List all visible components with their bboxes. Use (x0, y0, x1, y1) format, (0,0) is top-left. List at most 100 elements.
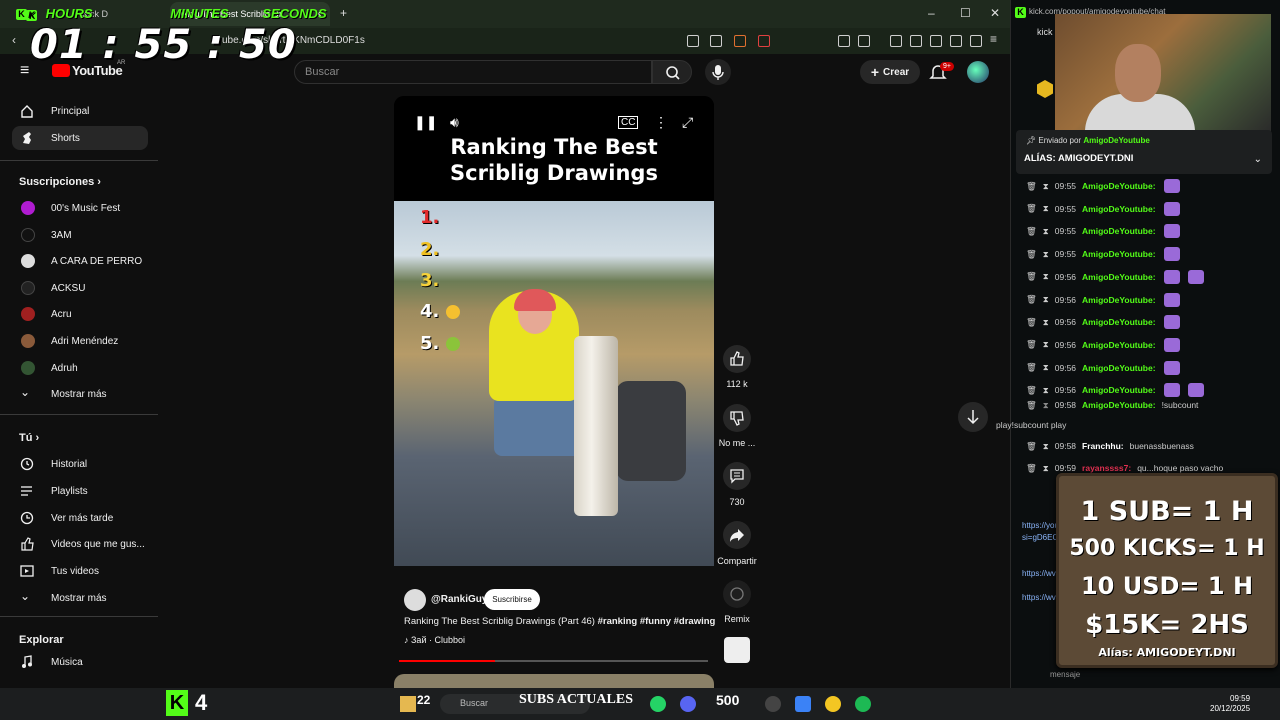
like-button[interactable] (723, 345, 751, 373)
subscription-item[interactable]: 3AM (12, 223, 148, 247)
timeout-icon[interactable]: ⧗ (1043, 203, 1049, 214)
voice-search-button[interactable] (705, 59, 731, 85)
video-frame[interactable]: 1. 2. 3. 4. 5. (394, 201, 714, 566)
chat-username[interactable]: AmigoDeYoutube: (1082, 385, 1156, 395)
shorts-player[interactable]: ❚❚ 🔊︎ CC ⋮ ⤢ Ranking The Best Scriblig D… (394, 96, 714, 566)
timeout-icon[interactable]: ⧗ (1043, 181, 1049, 192)
system-clock[interactable]: 09:59 20/12/2025 (1210, 694, 1250, 714)
timeout-icon[interactable]: ⧗ (1043, 226, 1049, 237)
extensions-icon[interactable] (838, 35, 850, 47)
app-icon[interactable] (825, 696, 841, 712)
maximize-icon[interactable]: ☐ (960, 6, 971, 20)
delete-icon[interactable]: 🗑︎ (1026, 203, 1037, 214)
timeout-icon[interactable]: ⧗ (1043, 463, 1049, 474)
sidebar-item-historial[interactable]: Historial (12, 452, 148, 476)
notepad-icon[interactable] (795, 696, 811, 712)
brave-shield-icon[interactable] (734, 35, 746, 47)
timeout-icon[interactable]: ⧗ (1043, 339, 1049, 350)
sidebar-item-your-videos[interactable]: Tus videos (12, 559, 148, 583)
delete-icon[interactable]: 🗑︎ (1026, 400, 1037, 411)
delete-icon[interactable]: 🗑︎ (1026, 441, 1037, 452)
subscription-item[interactable]: A CARA DE PERRO (12, 249, 148, 273)
timeout-icon[interactable]: ⧗ (1043, 385, 1049, 396)
account-avatar[interactable] (967, 61, 989, 83)
channel-name[interactable]: @RankiGuy (431, 594, 487, 605)
subscription-item[interactable]: 00's Music Fest (12, 196, 148, 220)
fullscreen-icon[interactable]: ⤢ (682, 114, 693, 131)
captions-icon[interactable]: CC (618, 116, 639, 129)
sidebar-item-music[interactable]: Música (12, 650, 148, 674)
search-input[interactable]: Buscar (294, 60, 652, 84)
wallet-icon[interactable] (930, 35, 942, 47)
share-button[interactable] (723, 521, 751, 549)
chat-username[interactable]: AmigoDeYoutube: (1082, 249, 1156, 259)
timeout-icon[interactable]: ⧗ (1043, 271, 1049, 282)
chat-username[interactable]: AmigoDeYoutube: (1082, 363, 1156, 373)
delete-icon[interactable]: 🗑︎ (1026, 294, 1037, 305)
chat-username[interactable]: AmigoDeYoutube: (1082, 226, 1156, 236)
subscription-item[interactable]: ACKSU (12, 276, 148, 300)
delete-icon[interactable]: 🗑︎ (1026, 385, 1037, 396)
delete-icon[interactable]: 🗑︎ (1026, 226, 1037, 237)
chat-input[interactable]: mensaje (1050, 670, 1080, 679)
chat-username[interactable]: AmigoDeYoutube: (1082, 317, 1156, 327)
volume-icon[interactable]: 🔊︎ (450, 114, 459, 131)
close-window-icon[interactable]: ✕ (990, 6, 1000, 20)
chat-username[interactable]: AmigoDeYoutube: (1082, 181, 1156, 191)
delete-icon[interactable]: 🗑︎ (1026, 271, 1037, 282)
chat-username[interactable]: AmigoDeYoutube: (1082, 272, 1156, 282)
menu-icon[interactable]: ≡ (990, 32, 997, 46)
video-progress-bar[interactable] (399, 660, 708, 662)
sidebar-item-liked-videos[interactable]: Videos que me gus... (12, 532, 148, 556)
discord-icon[interactable] (680, 696, 696, 712)
delete-icon[interactable]: 🗑︎ (1026, 339, 1037, 350)
sidebar-icon[interactable] (910, 35, 922, 47)
screenshot-icon[interactable] (858, 35, 870, 47)
chat-username[interactable]: AmigoDeYoutube: (1082, 340, 1156, 350)
timeout-icon[interactable]: ⧗ (1043, 317, 1049, 328)
hamburger-menu-icon[interactable]: ≡ (20, 62, 29, 80)
timeout-icon[interactable]: ⧗ (1043, 441, 1049, 452)
pause-icon[interactable]: ❚❚ (414, 114, 437, 131)
more-options-icon[interactable]: ⋮ (654, 114, 668, 131)
sidebar-item-watch-later[interactable]: Ver más tarde (12, 506, 148, 530)
minimize-icon[interactable]: – (928, 6, 935, 20)
create-button[interactable]: + Crear (860, 60, 920, 84)
rewards-icon[interactable] (758, 35, 770, 47)
back-icon[interactable]: ‹ (12, 33, 16, 47)
delete-icon[interactable]: 🗑︎ (1026, 249, 1037, 260)
pinned-message[interactable]: 📌︎ Enviado por AmigoDeYoutube ALÍAS: AMI… (1016, 130, 1272, 174)
chat-username[interactable]: AmigoDeYoutube: (1082, 204, 1156, 214)
subscribe-button[interactable]: Suscribirse (484, 589, 540, 610)
you-heading[interactable]: Tú › (19, 432, 39, 444)
audio-thumbnail[interactable] (724, 637, 750, 663)
show-more-you[interactable]: ⌄ Mostrar más (12, 586, 148, 610)
comments-button[interactable] (723, 462, 751, 490)
open-in-app-icon[interactable] (687, 35, 699, 47)
next-short-button[interactable] (958, 402, 988, 432)
dislike-button[interactable] (723, 404, 751, 432)
show-more-subscriptions[interactable]: ⌄ Mostrar más (12, 382, 148, 406)
timeout-icon[interactable]: ⧗ (1043, 400, 1049, 411)
subscription-item[interactable]: Adruh (12, 356, 148, 380)
leo-icon[interactable] (950, 35, 962, 47)
subscription-item[interactable]: Acru (12, 302, 148, 326)
delete-icon[interactable]: 🗑︎ (1026, 362, 1037, 373)
remix-button[interactable] (723, 580, 751, 608)
timeout-icon[interactable]: ⧗ (1043, 249, 1049, 260)
music-track[interactable]: ♪ Зай · Clubboi (404, 635, 465, 645)
search-button[interactable] (652, 60, 692, 84)
timeout-icon[interactable]: ⧗ (1043, 294, 1049, 305)
sidebar-item-shorts[interactable]: Shorts (12, 126, 148, 150)
subscription-item[interactable]: Adri Menéndez (12, 329, 148, 353)
chevron-down-icon[interactable]: ⌄ (1254, 154, 1262, 165)
whatsapp-icon[interactable] (650, 696, 666, 712)
channel-avatar[interactable] (404, 589, 426, 611)
next-short-preview[interactable] (394, 674, 714, 688)
sidebar-item-principal[interactable]: Principal (12, 99, 148, 123)
delete-icon[interactable]: 🗑︎ (1026, 181, 1037, 192)
sidebar-item-playlists[interactable]: Playlists (12, 479, 148, 503)
share-icon[interactable] (710, 35, 722, 47)
media-icon[interactable] (890, 35, 902, 47)
timeout-icon[interactable]: ⧗ (1043, 362, 1049, 373)
